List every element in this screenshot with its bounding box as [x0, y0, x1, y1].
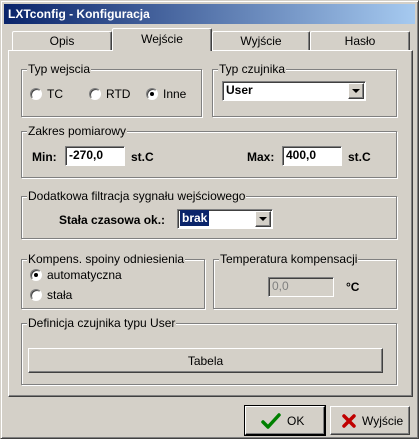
- radio-selected-dot: [34, 273, 38, 277]
- filter-value: brak: [180, 210, 210, 226]
- dropdown-button[interactable]: [255, 211, 271, 227]
- min-input[interactable]: -270,0: [65, 146, 125, 166]
- tab-wejscie[interactable]: Wejście: [112, 28, 212, 51]
- radio-automatic-label: automatyczna: [47, 268, 122, 282]
- max-unit: st.C: [348, 150, 371, 164]
- radio-selected-dot: [150, 92, 154, 96]
- chevron-down-icon: [352, 89, 360, 93]
- chevron-down-icon: [259, 217, 267, 221]
- tabela-button-label: Tabela: [187, 354, 224, 368]
- comp-temp-unit: °C: [346, 280, 360, 294]
- dropdown-button[interactable]: [348, 83, 364, 99]
- filter-select[interactable]: brak: [177, 209, 273, 229]
- config-window: LXTconfig - Konfiguracja Opis Wejście Wy…: [0, 0, 419, 439]
- tab-label: Wejście: [141, 32, 183, 46]
- radio-fixed-label: stała: [47, 288, 73, 302]
- tab-label: Opis: [49, 34, 75, 48]
- sensor-type-select[interactable]: User: [222, 81, 366, 101]
- radio-rtd[interactable]: [89, 88, 101, 100]
- title-bar[interactable]: LXTconfig - Konfiguracja: [4, 4, 415, 24]
- max-value: 400,0: [286, 148, 317, 162]
- sensor-type-value: User: [226, 83, 253, 97]
- group-legend: Kompens. spoiny odniesienia: [27, 252, 186, 266]
- max-input[interactable]: 400,0: [282, 146, 342, 166]
- radio-tc-label: TC: [47, 87, 63, 101]
- radio-inne[interactable]: [146, 88, 158, 100]
- window-title: LXTconfig - Konfiguracja: [8, 7, 150, 21]
- exit-button-label: Wyjście: [362, 414, 404, 428]
- tabela-button[interactable]: Tabela: [28, 348, 383, 373]
- check-icon: [261, 413, 281, 429]
- group-legend: Definicja czujnika typu User: [27, 316, 177, 330]
- group-legend: Typ wejscia: [27, 62, 92, 76]
- x-icon: [342, 414, 356, 428]
- tab-haslo[interactable]: Hasło: [310, 31, 410, 50]
- radio-fixed[interactable]: [30, 289, 42, 301]
- min-value: -270,0: [69, 148, 104, 162]
- ok-button-label: OK: [287, 414, 305, 428]
- radio-inne-label: Inne: [163, 87, 187, 101]
- radio-tc[interactable]: [30, 88, 42, 100]
- tab-wyjscie[interactable]: Wyjście: [212, 31, 310, 50]
- group-legend: Zakres pomiarowy: [27, 124, 128, 138]
- group-legend: Typ czujnika: [218, 62, 287, 76]
- max-label: Max:: [247, 150, 275, 164]
- tab-label: Wyjście: [240, 34, 282, 48]
- group-legend: Temperatura kompensacji: [219, 252, 359, 266]
- ok-button[interactable]: OK: [244, 405, 326, 436]
- filter-label: Stała czasowa ok.:: [59, 213, 166, 227]
- min-unit: st.C: [131, 150, 154, 164]
- group-legend: Dodatkowa filtracja sygnału wejściowego: [27, 189, 247, 203]
- exit-button[interactable]: Wyjście: [330, 406, 410, 435]
- tab-label: Hasło: [344, 34, 376, 48]
- comp-temp-input[interactable]: 0,0: [268, 277, 334, 297]
- min-label: Min:: [32, 150, 57, 164]
- radio-rtd-label: RTD: [106, 87, 131, 101]
- radio-automatic[interactable]: [30, 269, 42, 281]
- comp-temp-value: 0,0: [272, 279, 289, 293]
- tab-opis[interactable]: Opis: [12, 31, 112, 50]
